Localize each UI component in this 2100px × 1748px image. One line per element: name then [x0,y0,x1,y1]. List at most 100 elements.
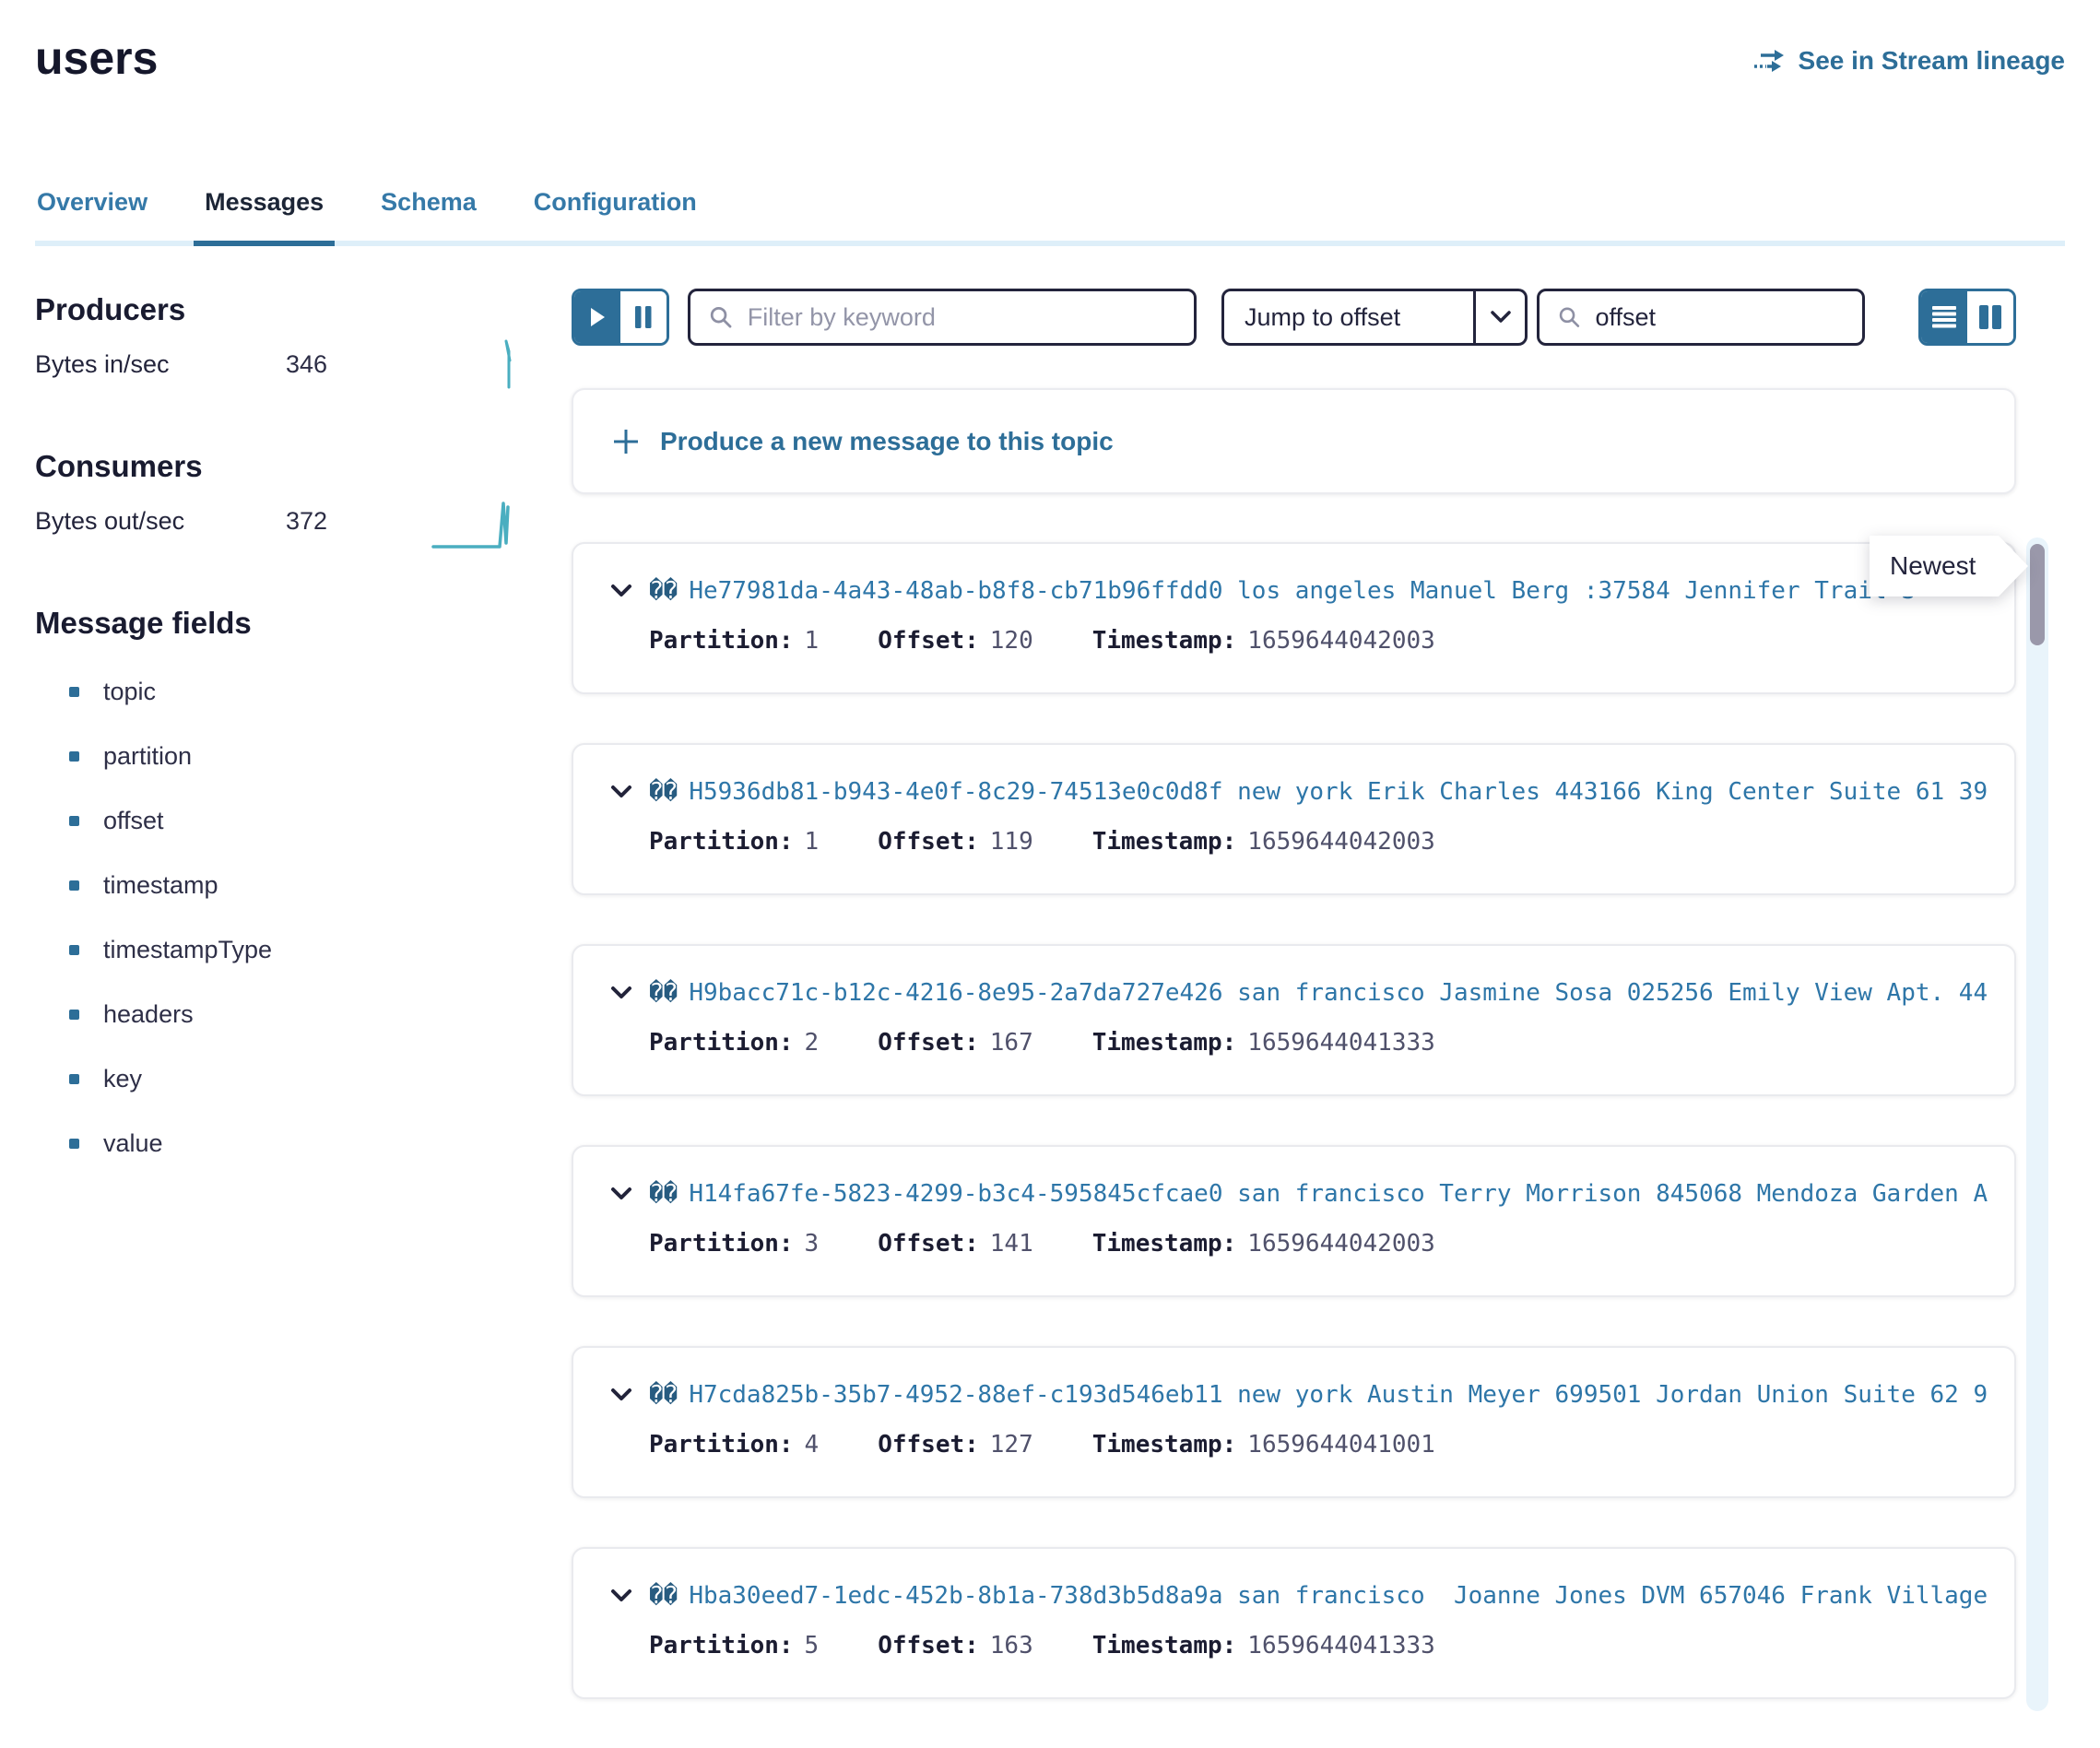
expand-chevron-icon[interactable] [610,785,632,799]
timestamp-label: Timestamp: [1092,1431,1237,1459]
select-chevron-area [1473,291,1525,343]
produce-message-button[interactable]: Produce a new message to this topic [572,388,2016,494]
plus-icon [612,428,640,455]
timestamp-value: 1659644041333 [1247,1029,1435,1057]
message-summary: �� H14fa67fe-5823-4299-b3c4-595845cfcae0… [610,1180,1988,1208]
messages-scrollbar-thumb[interactable] [2030,544,2045,645]
tab-schema[interactable]: Schema [379,188,478,241]
binary-glyphs: �� [649,1582,678,1610]
message-field-item-offset[interactable]: offset [35,788,530,853]
message-row[interactable]: �� He77981da-4a43-48ab-b8f8-cb71b96ffdd0… [572,542,2016,694]
page-header: users See in Stream lineage [0,0,2100,85]
field-label: key [103,1065,142,1093]
message-meta: Partition:1 Offset:119 Timestamp:1659644… [610,828,1988,856]
offset-label: Offset: [878,1230,979,1258]
offset-value: 127 [990,1431,1033,1459]
message-fields-list: topic partition offset timestamp timesta… [35,659,530,1175]
page-title: users [35,31,158,85]
newest-tooltip-label: Newest [1890,551,1976,581]
message-key-value-text: H7cda825b-35b7-4952-88ef-c193d546eb11 ne… [689,1381,1988,1409]
offset-label: Offset: [878,1431,979,1459]
pause-icon [634,306,653,328]
consumers-heading: Consumers [35,449,530,484]
message-field-item-headers[interactable]: headers [35,982,530,1046]
message-field-item-key[interactable]: key [35,1046,530,1111]
chevron-down-icon [1491,311,1511,324]
list-view-button[interactable] [1921,291,1967,343]
offset-label: Offset: [878,828,979,856]
message-field-item-topic[interactable]: topic [35,659,530,724]
field-bullet-icon [69,1010,79,1020]
binary-glyphs: �� [649,577,678,605]
partition-label: Partition: [649,1632,794,1659]
pause-button[interactable] [620,291,667,343]
bytes-in-sparkline-icon [500,338,518,390]
message-meta: Partition:1 Offset:120 Timestamp:1659644… [610,627,1988,655]
message-row[interactable]: �� H5936db81-b943-4e0f-8c29-74513e0c0d8f… [572,743,2016,895]
bytes-out-sparkline-icon [431,492,518,549]
offset-label: Offset: [878,1632,979,1659]
field-label: offset [103,807,164,835]
expand-chevron-icon[interactable] [610,1388,632,1402]
partition-value: 5 [805,1632,820,1659]
message-field-item-partition[interactable]: partition [35,724,530,788]
expand-chevron-icon[interactable] [610,1187,632,1201]
message-field-item-timestampType[interactable]: timestampType [35,917,530,982]
play-pause-toggle [572,289,669,346]
keyword-filter-input[interactable] [746,302,1175,333]
message-field-item-value[interactable]: value [35,1111,530,1175]
binary-glyphs: �� [649,979,678,1007]
binary-glyphs: �� [649,1381,678,1409]
partition-value: 1 [805,828,820,856]
partition-label: Partition: [649,627,794,655]
offset-label: Offset: [878,1029,979,1057]
newest-tooltip: Newest [1870,536,2028,596]
message-row[interactable]: �� H7cda825b-35b7-4952-88ef-c193d546eb11… [572,1346,2016,1498]
tab-messages[interactable]: Messages [203,188,325,241]
message-key-value-text: He77981da-4a43-48ab-b8f8-cb71b96ffdd0 lo… [689,577,1988,605]
jump-to-offset-select[interactable]: Jump to offset [1221,289,1528,346]
split-view-icon [1979,305,2001,329]
message-key-value-text: H9bacc71c-b12c-4216-8e95-2a7da727e426 sa… [689,979,1988,1007]
timestamp-value: 1659644042003 [1247,627,1435,655]
field-label: timestampType [103,936,272,964]
keyword-filter-field [688,289,1197,346]
offset-search-input[interactable] [1593,302,1844,333]
field-label: timestamp [103,871,218,900]
list-view-icon [1932,306,1956,328]
expand-chevron-icon[interactable] [610,584,632,598]
messages-scrollbar-track[interactable] [2026,537,2048,1711]
messages-main: Jump to offset [530,246,2100,1748]
message-summary: �� H5936db81-b943-4e0f-8c29-74513e0c0d8f… [610,778,1988,806]
offset-value: 119 [990,828,1033,856]
offset-search-field [1537,289,1865,346]
field-label: value [103,1129,163,1158]
content-area: Producers Bytes in/sec 346 Consumers Byt… [0,246,2100,1748]
message-field-item-timestamp[interactable]: timestamp [35,853,530,917]
newest-tooltip-box: Newest [1870,536,2028,596]
field-label: partition [103,742,192,771]
tab-configuration[interactable]: Configuration [532,188,699,241]
partition-label: Partition: [649,1431,794,1459]
offset-value: 141 [990,1230,1033,1258]
tab-overview[interactable]: Overview [35,188,149,241]
topic-page: users See in Stream lineage Overview Mes… [0,0,2100,1748]
field-bullet-icon [69,880,79,891]
field-bullet-icon [69,751,79,762]
message-meta: Partition:2 Offset:167 Timestamp:1659644… [610,1029,1988,1057]
split-view-button[interactable] [1967,291,2013,343]
message-row[interactable]: �� H9bacc71c-b12c-4216-8e95-2a7da727e426… [572,944,2016,1096]
stream-lineage-arrow-icon [1753,48,1787,74]
play-button[interactable] [574,291,620,343]
bytes-in-value: 346 [286,350,327,379]
message-row[interactable]: �� Hba30eed7-1edc-452b-8b1a-738d3b5d8a9a… [572,1547,2016,1699]
partition-label: Partition: [649,828,794,856]
field-bullet-icon [69,1074,79,1084]
expand-chevron-icon[interactable] [610,1589,632,1603]
expand-chevron-icon[interactable] [610,986,632,1000]
offset-value: 167 [990,1029,1033,1057]
message-row[interactable]: �� H14fa67fe-5823-4299-b3c4-595845cfcae0… [572,1145,2016,1297]
view-mode-toggle [1918,289,2016,346]
timestamp-label: Timestamp: [1092,1230,1237,1258]
stream-lineage-link[interactable]: See in Stream lineage [1753,46,2065,76]
